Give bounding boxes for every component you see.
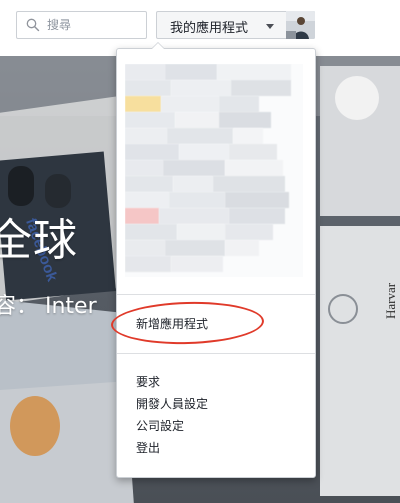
app-list-item[interactable] (125, 160, 303, 176)
user-avatar[interactable] (286, 11, 315, 39)
hero-drawing (10, 396, 60, 456)
app-list-item-blur (165, 64, 217, 80)
app-list-item-blur (219, 96, 259, 112)
app-list-item-blur (229, 208, 285, 224)
menu-item-developer-settings[interactable]: 開發人員設定 (136, 396, 208, 412)
app-list-item-blur (219, 112, 271, 128)
page: facebook Harvar 全球 容： Inter 我的應用程式 (0, 0, 400, 503)
menu-item-requests[interactable]: 要求 (136, 374, 160, 390)
app-list-item-blur (161, 96, 219, 112)
hero-mouse (8, 166, 34, 206)
my-apps-label: 我的應用程式 (170, 21, 249, 36)
hero-mouse-2 (45, 174, 71, 208)
hero-glasses (328, 294, 358, 324)
divider-bottom (117, 353, 315, 354)
app-list-item-blur (233, 128, 263, 144)
search-input[interactable] (47, 16, 141, 34)
menu-item-company-settings[interactable]: 公司設定 (136, 418, 184, 434)
app-list-item-blur (217, 64, 291, 80)
app-list-item-blur (171, 256, 223, 272)
app-list-item-blur (125, 160, 163, 176)
apps-dropdown-menu: 新增應用程式 要求 開發人員設定 公司設定 登出 (116, 48, 316, 478)
app-list-item[interactable] (125, 96, 303, 112)
app-list-item-blur (225, 160, 283, 176)
app-list-item[interactable] (125, 80, 303, 96)
avatar-image (286, 11, 315, 39)
app-list-item[interactable] (125, 112, 303, 128)
app-list-item-blur (213, 176, 285, 192)
add-new-app-link[interactable]: 新增應用程式 (136, 316, 208, 332)
app-list-item[interactable] (125, 208, 303, 224)
app-list-item[interactable] (125, 256, 303, 272)
hero-title: 全球 (0, 215, 78, 266)
app-list-item-blur (159, 208, 229, 224)
app-list-item-blur (125, 112, 175, 128)
app-list-item-blur (169, 192, 225, 208)
app-list-item-blur (231, 80, 291, 96)
app-list-item[interactable] (125, 64, 303, 80)
dropdown-arrow-fill (152, 43, 164, 49)
search-icon (26, 18, 40, 32)
app-list-item-blur (225, 224, 273, 240)
app-list-item-blur (163, 160, 225, 176)
app-list-item[interactable] (125, 192, 303, 208)
app-list-item-blur (173, 176, 213, 192)
app-list-item-blur (125, 144, 179, 160)
hero-subtitle: 容： Inter (0, 294, 97, 319)
app-list-item-blur (125, 256, 171, 272)
app-list-item-blur (225, 240, 259, 256)
app-list-item-blur (167, 128, 233, 144)
app-list-item-blur (125, 80, 171, 96)
caret-down-icon (266, 24, 274, 29)
divider-top (117, 294, 315, 295)
app-list-item[interactable] (125, 144, 303, 160)
hero-notebook (320, 226, 400, 496)
app-list-item[interactable] (125, 128, 303, 144)
hero-cup (335, 76, 379, 120)
book-spine-text: Harvar (383, 282, 398, 319)
app-list-item-blur (175, 112, 219, 128)
app-list-item[interactable] (125, 176, 303, 192)
app-list-item-blur (125, 176, 173, 192)
app-list-item-blur (125, 224, 177, 240)
my-apps-button[interactable]: 我的應用程式 (156, 11, 315, 39)
app-list-item-blur (125, 128, 167, 144)
app-list-item-blur (125, 96, 161, 112)
app-list-item-blur (225, 192, 289, 208)
app-list-item-blur (177, 224, 225, 240)
app-list[interactable] (125, 64, 303, 277)
app-list-item-blur (179, 144, 229, 160)
app-list-item-blur (125, 240, 165, 256)
app-list-item-blur (165, 240, 225, 256)
app-list-item-blur (125, 208, 159, 224)
app-list-item[interactable] (125, 240, 303, 256)
app-list-item-blur (229, 144, 277, 160)
app-list-item[interactable] (125, 224, 303, 240)
app-list-item-blur (171, 80, 231, 96)
app-list-item-blur (125, 192, 169, 208)
app-list-item-blur (125, 64, 165, 80)
search-box[interactable] (16, 11, 147, 39)
menu-item-logout[interactable]: 登出 (136, 440, 160, 456)
